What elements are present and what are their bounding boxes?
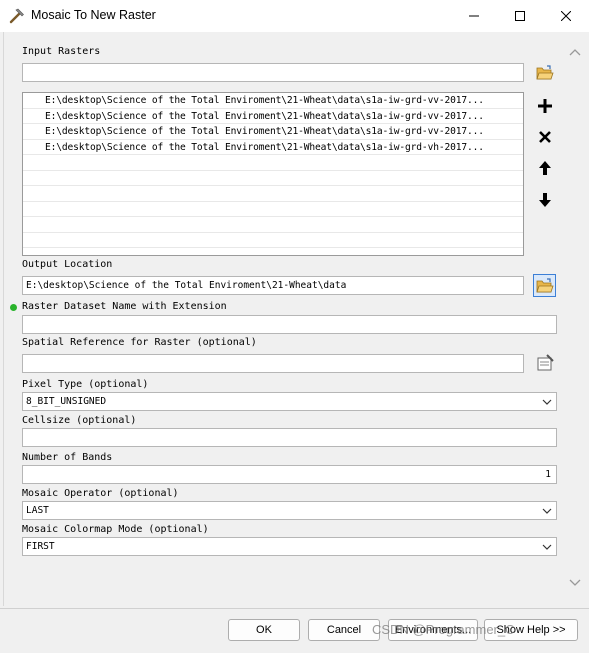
pixel-type-select[interactable]: 8_BIT_UNSIGNED: [22, 392, 557, 411]
mosaic-operator-value: LAST: [26, 505, 49, 516]
chevron-down-icon: [542, 544, 552, 550]
close-button[interactable]: [543, 0, 589, 32]
button-bar: OK Cancel Environments... Show Help >>: [0, 608, 589, 653]
mosaic-operator-select[interactable]: LAST: [22, 501, 557, 520]
minimize-button[interactable]: [451, 0, 497, 32]
cellsize-field[interactable]: [22, 428, 557, 447]
output-location-label: Output Location: [22, 259, 113, 270]
colormap-mode-value: FIRST: [26, 541, 55, 552]
colormap-mode-label: Mosaic Colormap Mode (optional): [22, 524, 209, 535]
close-icon: [561, 11, 571, 21]
list-item[interactable]: E:\desktop\Science of the Total Envirome…: [23, 93, 523, 109]
num-bands-label: Number of Bands: [22, 452, 113, 463]
input-rasters-field[interactable]: [22, 63, 524, 82]
empty-row: [23, 202, 523, 217]
empty-row: [23, 155, 523, 171]
output-location-field[interactable]: E:\desktop\Science of the Total Envirome…: [22, 276, 524, 295]
scroll-up-icon[interactable]: [568, 47, 582, 57]
required-indicator: [10, 304, 17, 311]
raster-name-label: Raster Dataset Name with Extension: [22, 301, 227, 312]
spatial-ref-field[interactable]: [22, 354, 524, 373]
environments-button[interactable]: Environments...: [388, 619, 478, 641]
browse-input-button[interactable]: [534, 62, 556, 84]
remove-item-button[interactable]: [534, 126, 556, 148]
window-title: Mosaic To New Raster: [31, 8, 156, 22]
maximize-icon: [515, 11, 525, 21]
list-item[interactable]: E:\desktop\Science of the Total Envirome…: [23, 140, 523, 155]
list-item[interactable]: E:\desktop\Science of the Total Envirome…: [23, 124, 523, 140]
raster-name-field[interactable]: [22, 315, 557, 334]
pixel-type-value: 8_BIT_UNSIGNED: [26, 396, 107, 407]
properties-icon: [537, 354, 554, 371]
plus-icon: [538, 99, 552, 113]
input-rasters-list[interactable]: E:\desktop\Science of the Total Envirome…: [22, 92, 524, 256]
cellsize-label: Cellsize (optional): [22, 415, 137, 426]
cancel-button[interactable]: Cancel: [308, 619, 380, 641]
chevron-down-icon: [542, 508, 552, 514]
arrow-up-icon: [539, 161, 551, 175]
spatial-ref-properties-button[interactable]: [534, 352, 556, 374]
arrow-down-icon: [539, 193, 551, 207]
input-rasters-label: Input Rasters: [22, 46, 101, 57]
move-down-button[interactable]: [534, 189, 556, 211]
empty-row: [23, 171, 523, 186]
show-help-button[interactable]: Show Help >>: [484, 619, 578, 641]
mosaic-operator-label: Mosaic Operator (optional): [22, 488, 179, 499]
chevron-down-icon: [542, 399, 552, 405]
open-folder-icon: [536, 65, 554, 80]
tool-dialog: Mosaic To New Raster Input Rasters E:\de…: [0, 0, 589, 653]
ok-button[interactable]: OK: [228, 619, 300, 641]
open-folder-icon: [535, 277, 554, 292]
scroll-down-icon[interactable]: [568, 578, 582, 588]
empty-row: [23, 217, 523, 233]
move-up-button[interactable]: [534, 157, 556, 179]
minimize-icon: [469, 15, 479, 17]
spatial-ref-label: Spatial Reference for Raster (optional): [22, 337, 257, 348]
empty-row: [23, 186, 523, 202]
empty-row: [23, 233, 523, 248]
add-item-button[interactable]: [534, 95, 556, 117]
list-item[interactable]: E:\desktop\Science of the Total Envirome…: [23, 109, 523, 124]
num-bands-field[interactable]: 1: [22, 465, 557, 484]
maximize-button[interactable]: [497, 0, 543, 32]
browse-output-button[interactable]: [533, 274, 556, 297]
pixel-type-label: Pixel Type (optional): [22, 379, 149, 390]
hammer-icon: [9, 8, 24, 24]
delete-icon: [539, 131, 551, 143]
title-bar: Mosaic To New Raster: [0, 0, 589, 32]
colormap-mode-select[interactable]: FIRST: [22, 537, 557, 556]
